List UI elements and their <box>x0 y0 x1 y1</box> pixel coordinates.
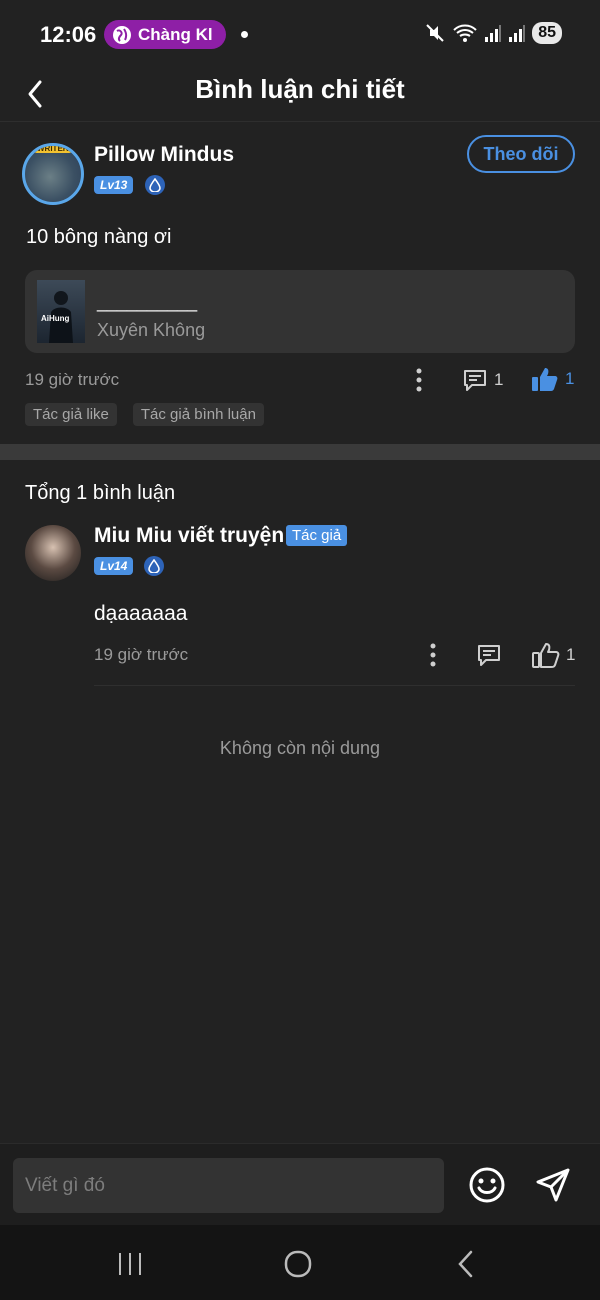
send-icon[interactable] <box>534 1166 572 1204</box>
like-count: 1 <box>565 369 575 388</box>
page-title: Bình luận chi tiết <box>195 74 405 104</box>
top-bar: Bình luận chi tiết <box>0 68 600 122</box>
comment-button[interactable]: 1 <box>462 367 503 393</box>
notification-pill[interactable]: Chàng Kl <box>104 20 226 49</box>
writer-badge: WRITER <box>33 146 73 153</box>
book-card[interactable]: AiHung __________ Xuyên Không <box>25 270 575 353</box>
nav-back-icon[interactable] <box>450 1247 484 1281</box>
avatar[interactable]: WRITER <box>22 143 84 205</box>
thumbs-up-icon <box>532 368 558 391</box>
tag-author-comment: Tác giả bình luận <box>132 403 264 426</box>
book-cover: AiHung <box>37 280 85 343</box>
comment-icon <box>464 370 486 391</box>
signal-icon <box>485 25 502 42</box>
comment-text: 10 bông nàng ơi <box>26 226 172 248</box>
notification-dot <box>241 31 248 38</box>
reply-level-badge: Lv14 <box>94 557 134 575</box>
cover-figure-icon <box>49 291 73 343</box>
home-icon[interactable] <box>281 1247 315 1281</box>
rank-drop-icon <box>145 175 165 195</box>
post-time: 19 giờ trước <box>25 370 120 389</box>
mute-icon <box>426 24 444 42</box>
globe-icon <box>113 25 131 44</box>
recent-apps-icon[interactable] <box>113 1247 147 1281</box>
level-badge: Lv13 <box>94 176 134 194</box>
reply-rank-drop-icon <box>144 556 164 576</box>
reply-time: 19 giờ trước <box>94 645 189 664</box>
cover-title: AiHung <box>41 314 70 323</box>
comment-count: 1 <box>494 370 504 389</box>
tag-author-like: Tác giả like <box>25 403 117 426</box>
like-button[interactable]: 1 <box>531 366 574 392</box>
end-of-list-label: Không còn nội dung <box>219 738 381 758</box>
reply-text: dạaaaaaa <box>94 602 188 625</box>
wifi-icon <box>453 24 477 42</box>
reply-separator <box>94 685 575 686</box>
comment-composer <box>0 1143 600 1225</box>
signal-icon-2 <box>509 25 526 42</box>
more-options-icon[interactable] <box>412 367 426 393</box>
status-icons: 85 <box>424 22 562 44</box>
author-tag-badge: Tác giả <box>286 525 348 546</box>
reply-more-options-icon[interactable] <box>426 642 440 668</box>
reply-avatar[interactable] <box>25 525 81 581</box>
system-nav-bar <box>0 1225 600 1300</box>
comment-input[interactable] <box>13 1158 444 1213</box>
replies-total: Tổng 1 bình luận <box>25 482 176 504</box>
section-divider <box>0 444 600 460</box>
reply-author-name[interactable]: Miu Miu viết truyện <box>94 524 284 548</box>
reply-like-button[interactable]: 1 <box>532 642 575 668</box>
author-name[interactable]: Pillow Mindus <box>94 143 234 167</box>
book-title: __________ <box>97 292 198 312</box>
reply-thumbs-up-icon <box>532 643 560 668</box>
emoji-icon[interactable] <box>468 1166 506 1204</box>
follow-button[interactable]: Theo dõi <box>467 135 575 173</box>
status-time: 12:06 <box>40 22 97 47</box>
notification-pill-label: Chàng Kl <box>138 24 213 44</box>
reply-comment-icon[interactable] <box>476 642 502 668</box>
status-bar: 12:06 Chàng Kl 85 <box>0 0 600 68</box>
book-genre: Xuyên Không <box>97 320 206 340</box>
author-tags: Tác giả like Tác giả bình luận <box>25 403 264 426</box>
reply-like-count: 1 <box>566 645 576 664</box>
battery-indicator: 85 <box>532 22 562 44</box>
